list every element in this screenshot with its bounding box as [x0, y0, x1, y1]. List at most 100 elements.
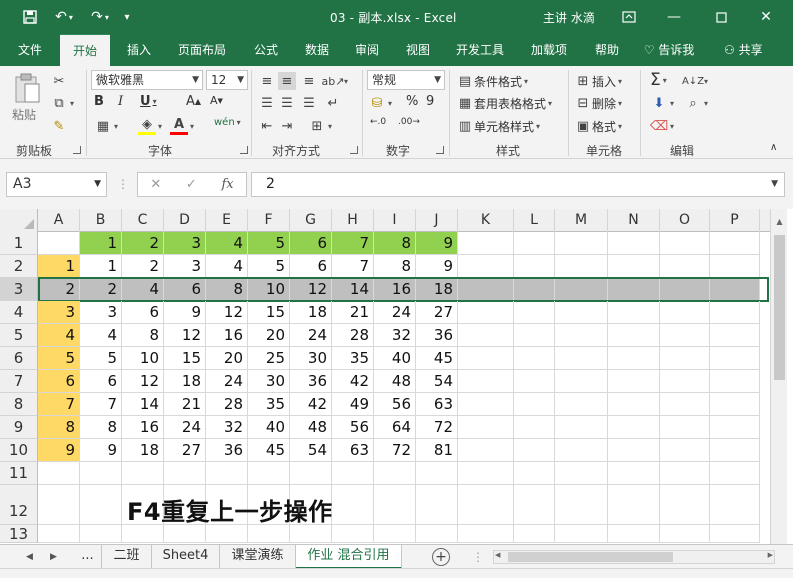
- phonetic-button[interactable]: wén ▾: [214, 117, 241, 128]
- save-icon[interactable]: [20, 7, 40, 27]
- cell-l10[interactable]: [514, 439, 555, 462]
- tab-addins[interactable]: 加载项: [524, 34, 574, 66]
- cell-e4[interactable]: 12: [206, 301, 248, 324]
- cell-g4[interactable]: 18: [290, 301, 332, 324]
- cell-a1[interactable]: [38, 232, 80, 255]
- cell-g5[interactable]: 24: [290, 324, 332, 347]
- decrease-indent-icon[interactable]: ⇤: [258, 117, 276, 135]
- cell-p11[interactable]: [710, 462, 760, 485]
- cell-k3[interactable]: [458, 278, 514, 301]
- redo-icon[interactable]: ↷ ▾: [86, 7, 114, 27]
- underline-button[interactable]: U ▾: [140, 94, 157, 109]
- cell-g13[interactable]: [290, 525, 332, 543]
- font-name-select[interactable]: 微软雅黑 ▼: [91, 70, 203, 90]
- row-header-6[interactable]: 6: [0, 347, 38, 370]
- cell-f6[interactable]: 25: [248, 347, 290, 370]
- cell-i6[interactable]: 40: [374, 347, 416, 370]
- cell-a11[interactable]: [38, 462, 80, 485]
- cell-d2[interactable]: 3: [164, 255, 206, 278]
- cell-j3[interactable]: 18: [416, 278, 458, 301]
- cell-d9[interactable]: 24: [164, 416, 206, 439]
- cell-g1[interactable]: 6: [290, 232, 332, 255]
- cell-l9[interactable]: [514, 416, 555, 439]
- align-center-icon[interactable]: ☰: [278, 94, 296, 112]
- cell-e2[interactable]: 4: [206, 255, 248, 278]
- column-header-m[interactable]: M: [555, 209, 608, 232]
- collapse-ribbon-icon[interactable]: ∧: [770, 142, 777, 153]
- cell-h5[interactable]: 28: [332, 324, 374, 347]
- insert-function-icon[interactable]: fx: [221, 177, 233, 192]
- cell-l2[interactable]: [514, 255, 555, 278]
- column-header-k[interactable]: K: [458, 209, 514, 232]
- clipboard-launcher-icon[interactable]: [73, 146, 81, 154]
- cell-o1[interactable]: [660, 232, 710, 255]
- cell-d4[interactable]: 9: [164, 301, 206, 324]
- cell-e9[interactable]: 32: [206, 416, 248, 439]
- copy-icon[interactable]: ⧉ ▾: [50, 94, 74, 112]
- cell-n4[interactable]: [608, 301, 660, 324]
- cell-i3[interactable]: 16: [374, 278, 416, 301]
- cell-p1[interactable]: [710, 232, 760, 255]
- column-header-d[interactable]: D: [164, 209, 206, 232]
- scroll-left-icon[interactable]: ◀: [495, 551, 500, 559]
- cell-g2[interactable]: 6: [290, 255, 332, 278]
- cell-k2[interactable]: [458, 255, 514, 278]
- cell-l4[interactable]: [514, 301, 555, 324]
- cell-a3[interactable]: 2: [38, 278, 80, 301]
- cell-d13[interactable]: [164, 525, 206, 543]
- decrease-decimal-icon[interactable]: .00→: [398, 117, 420, 127]
- cell-h7[interactable]: 42: [332, 370, 374, 393]
- cell-p12[interactable]: [710, 485, 760, 525]
- worksheet-grid[interactable]: ABCDEFGHIJKLMNOP 11234567892112345678932…: [0, 209, 793, 544]
- sheet-tab[interactable]: 课堂演练: [220, 545, 296, 569]
- cell-b12[interactable]: [80, 485, 122, 525]
- bold-button[interactable]: B: [94, 94, 104, 109]
- cell-k1[interactable]: [458, 232, 514, 255]
- cell-f1[interactable]: 5: [248, 232, 290, 255]
- cell-i10[interactable]: 72: [374, 439, 416, 462]
- formula-input[interactable]: 2 ▼: [251, 172, 785, 197]
- cell-n3[interactable]: [608, 278, 660, 301]
- expand-formula-icon[interactable]: ▼: [771, 173, 778, 196]
- cell-m8[interactable]: [555, 393, 608, 416]
- column-header-a[interactable]: A: [38, 209, 80, 232]
- row-header-1[interactable]: 1: [0, 232, 38, 255]
- cell-d11[interactable]: [164, 462, 206, 485]
- cell-f5[interactable]: 20: [248, 324, 290, 347]
- sheet-tab-active[interactable]: 作业 混合引用: [296, 545, 402, 569]
- sheet-tab[interactable]: Sheet4: [152, 545, 220, 569]
- cell-n6[interactable]: [608, 347, 660, 370]
- scroll-thumb[interactable]: [774, 235, 785, 380]
- cell-k4[interactable]: [458, 301, 514, 324]
- row-header-2[interactable]: 2: [0, 255, 38, 278]
- cell-m5[interactable]: [555, 324, 608, 347]
- cell-l11[interactable]: [514, 462, 555, 485]
- cell-m3[interactable]: [555, 278, 608, 301]
- cell-j2[interactable]: 9: [416, 255, 458, 278]
- cell-j8[interactable]: 63: [416, 393, 458, 416]
- comma-button[interactable]: 9: [426, 94, 434, 109]
- cell-l6[interactable]: [514, 347, 555, 370]
- row-header-7[interactable]: 7: [0, 370, 38, 393]
- grow-font-button[interactable]: A ▲: [186, 94, 201, 109]
- ribbon-display-icon[interactable]: [615, 4, 643, 30]
- cell-g8[interactable]: 42: [290, 393, 332, 416]
- cell-a10[interactable]: 9: [38, 439, 80, 462]
- cell-i13[interactable]: [374, 525, 416, 543]
- cell-m4[interactable]: [555, 301, 608, 324]
- cell-h4[interactable]: 21: [332, 301, 374, 324]
- cell-i1[interactable]: 8: [374, 232, 416, 255]
- column-header-c[interactable]: C: [122, 209, 164, 232]
- cell-e8[interactable]: 28: [206, 393, 248, 416]
- user-name[interactable]: 主讲 水滴: [543, 9, 595, 26]
- cell-h10[interactable]: 63: [332, 439, 374, 462]
- cell-g9[interactable]: 48: [290, 416, 332, 439]
- font-launcher-icon[interactable]: [240, 146, 248, 154]
- cell-p10[interactable]: [710, 439, 760, 462]
- cell-k5[interactable]: [458, 324, 514, 347]
- column-header-l[interactable]: L: [514, 209, 555, 232]
- cell-e13[interactable]: [206, 525, 248, 543]
- format-cells-button[interactable]: ▣ 格式 ▾: [574, 117, 622, 135]
- tab-developer[interactable]: 开发工具: [451, 34, 509, 66]
- sheet-ellipsis[interactable]: ...: [74, 545, 102, 569]
